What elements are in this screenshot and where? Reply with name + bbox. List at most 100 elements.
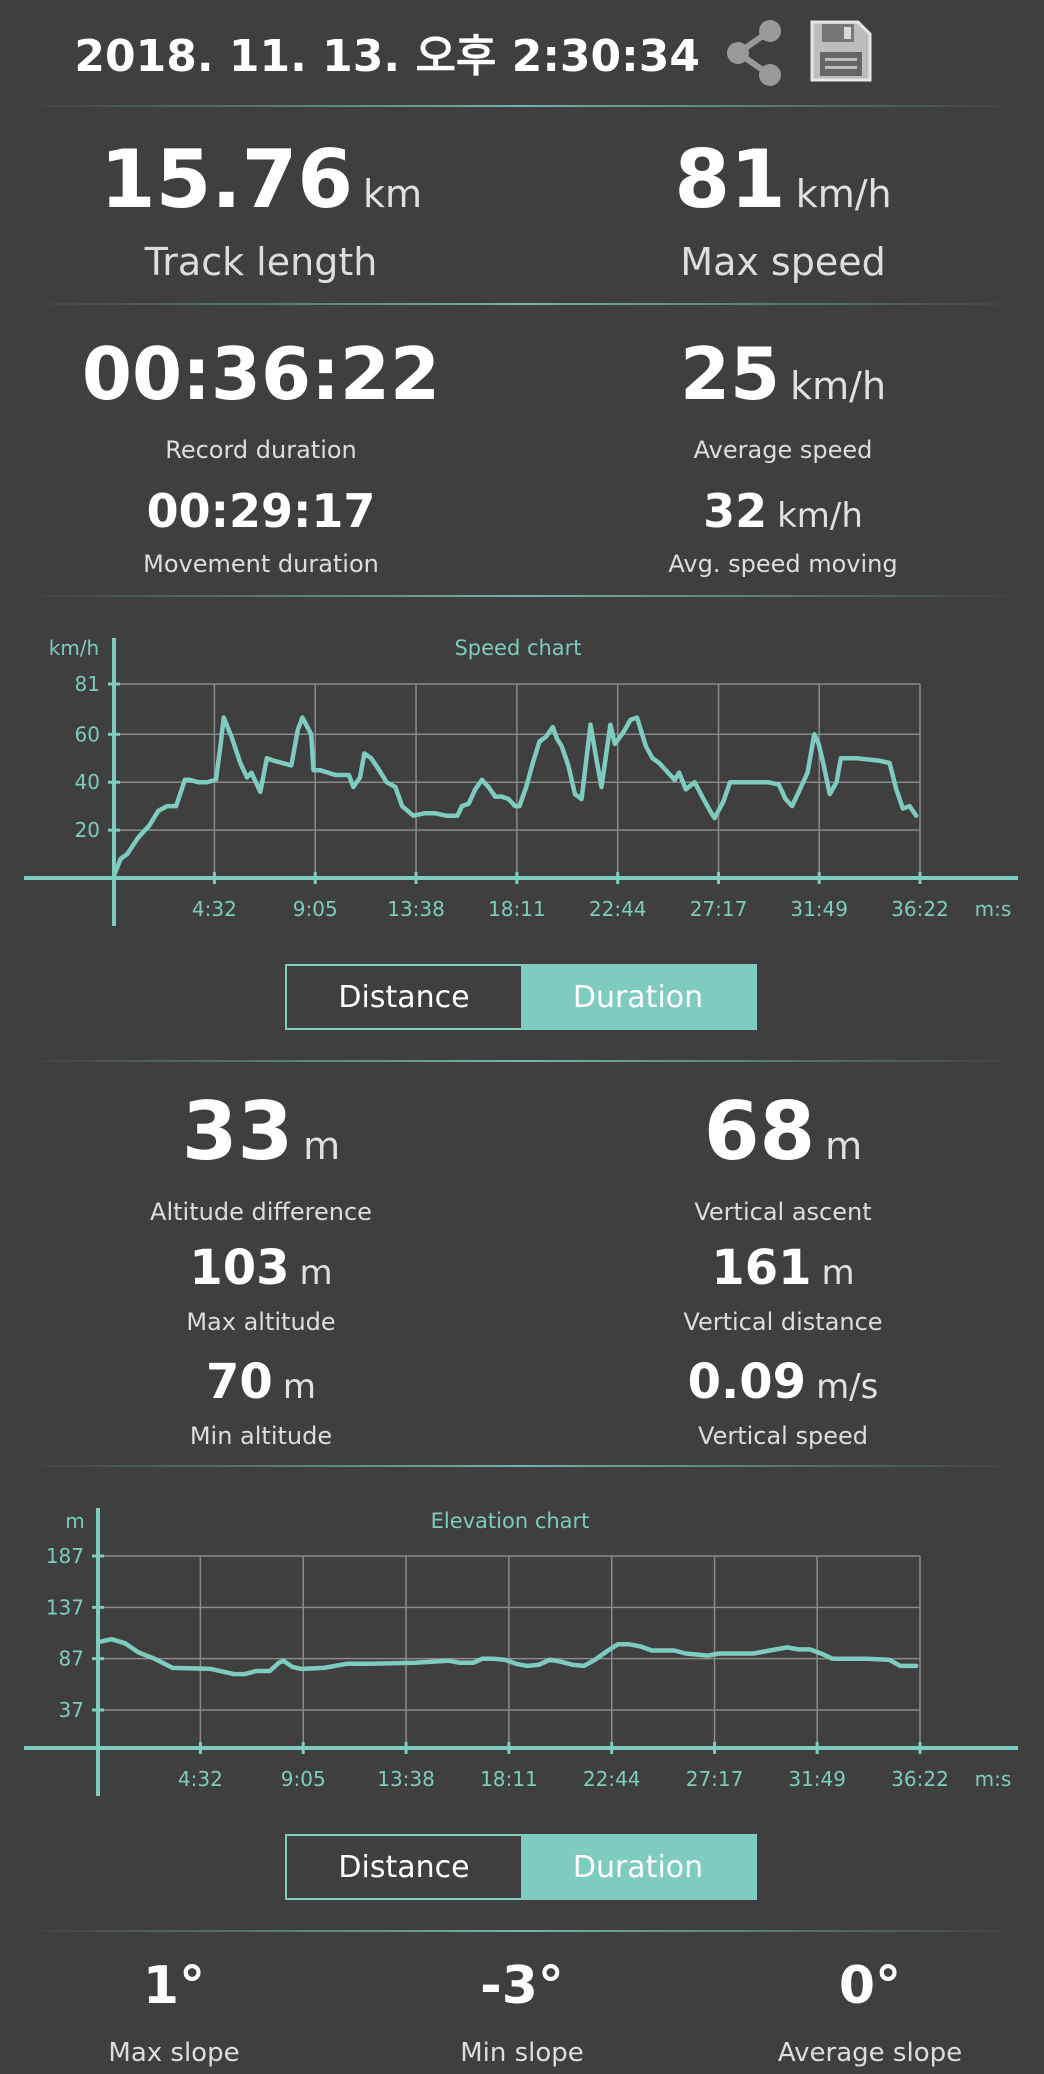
vertical-ascent-unit: m bbox=[825, 1124, 863, 1168]
movement-duration-value: 00:29:17 bbox=[146, 484, 376, 538]
elevation-duration-button[interactable]: Duration bbox=[521, 1836, 755, 1898]
share-icon bbox=[727, 20, 781, 86]
x-tick-label: 22:44 bbox=[583, 1767, 641, 1791]
altitude-difference-label: Altitude difference bbox=[150, 1198, 372, 1226]
header: 2018. 11. 13. 오후 2:30:34 bbox=[0, 0, 1044, 108]
divider bbox=[20, 1060, 1024, 1062]
vertical-speed-value: 0.09 bbox=[687, 1354, 807, 1410]
min-slope-value: -3° bbox=[480, 1956, 564, 2016]
max-altitude-value: 103 bbox=[189, 1240, 290, 1296]
average-speed-stat: 25 km/h Average speed bbox=[522, 338, 1044, 464]
y-tick-label: 20 bbox=[75, 818, 100, 842]
share-button[interactable] bbox=[720, 18, 790, 88]
average-slope-stat: 0° Average slope bbox=[696, 1960, 1044, 2068]
x-tick-label: 31:49 bbox=[788, 1767, 846, 1791]
vertical-speed-label: Vertical speed bbox=[698, 1422, 868, 1450]
x-tick-label: 27:17 bbox=[686, 1767, 744, 1791]
x-tick-label: 22:44 bbox=[589, 897, 647, 921]
divider bbox=[20, 595, 1024, 597]
vertical-speed-stat: 0.09 m/s Vertical speed bbox=[522, 1358, 1044, 1450]
min-slope-stat: -3° Min slope bbox=[348, 1960, 696, 2068]
max-slope-value: 1° bbox=[142, 1956, 206, 2016]
avg-speed-moving-label: Avg. speed moving bbox=[668, 550, 898, 578]
vertical-distance-label: Vertical distance bbox=[683, 1308, 883, 1336]
x-tick-label: 4:32 bbox=[192, 897, 237, 921]
y-tick-label: 37 bbox=[59, 1698, 84, 1722]
y-tick-label: 137 bbox=[46, 1595, 84, 1619]
record-duration-label: Record duration bbox=[165, 436, 357, 464]
x-tick-label: 9:05 bbox=[293, 897, 338, 921]
x-tick-label: 27:17 bbox=[690, 897, 748, 921]
track-length-unit: km bbox=[363, 172, 423, 216]
divider bbox=[20, 1930, 1024, 1932]
average-speed-value: 25 bbox=[679, 332, 781, 416]
avg-speed-moving-value: 32 bbox=[703, 484, 768, 538]
elevation-distance-button[interactable]: Distance bbox=[287, 1836, 521, 1898]
x-tick-label: 4:32 bbox=[178, 1767, 223, 1791]
max-altitude-stat: 103 m Max altitude bbox=[0, 1244, 522, 1336]
vertical-speed-unit: m/s bbox=[816, 1367, 879, 1407]
max-speed-unit: km/h bbox=[795, 172, 892, 216]
vertical-distance-unit: m bbox=[821, 1253, 855, 1293]
altitude-difference-value: 33 bbox=[181, 1085, 294, 1178]
average-slope-label: Average slope bbox=[777, 2038, 963, 2068]
chart-title: Speed chart bbox=[454, 636, 581, 660]
y-tick-label: 40 bbox=[75, 770, 100, 794]
x-tick-label: 13:38 bbox=[377, 1767, 435, 1791]
divider bbox=[20, 303, 1024, 305]
floppy-disk-icon bbox=[810, 20, 872, 82]
track-length-stat: 15.76 km Track length bbox=[0, 140, 522, 285]
x-tick-label: 9:05 bbox=[281, 1767, 326, 1791]
max-speed-stat: 81 km/h Max speed bbox=[522, 140, 1044, 285]
altitude-difference-unit: m bbox=[303, 1124, 341, 1168]
speed-duration-button[interactable]: Duration bbox=[521, 966, 755, 1028]
track-length-value: 15.76 bbox=[99, 133, 353, 226]
altitude-difference-stat: 33 m Altitude difference bbox=[0, 1092, 522, 1227]
record-duration-value: 00:36:22 bbox=[81, 332, 441, 416]
movement-duration-stat: 00:29:17 Movement duration bbox=[0, 488, 522, 578]
max-slope-label: Max slope bbox=[108, 2038, 240, 2068]
x-tick-label: 13:38 bbox=[387, 897, 445, 921]
elevation-chart-toggle: Distance Duration bbox=[285, 1834, 757, 1900]
avg-speed-moving-stat: 32 km/h Avg. speed moving bbox=[522, 488, 1044, 578]
average-speed-label: Average speed bbox=[693, 436, 873, 464]
series-line bbox=[111, 715, 919, 878]
max-speed-label: Max speed bbox=[680, 240, 886, 284]
save-button[interactable] bbox=[808, 18, 874, 84]
avg-speed-moving-unit: km/h bbox=[777, 496, 863, 536]
speed-chart: Speed chart km/h 20 40 60 81 4:32 9:05 13:38 18:1… bbox=[24, 636, 1018, 926]
average-speed-unit: km/h bbox=[790, 364, 887, 408]
x-axis-unit-label: m:s bbox=[975, 1767, 1012, 1791]
speed-chart-toggle: Distance Duration bbox=[285, 964, 757, 1030]
y-tick-label: 187 bbox=[46, 1544, 84, 1568]
series-line bbox=[95, 1636, 919, 1677]
record-datetime: 2018. 11. 13. 오후 2:30:34 bbox=[74, 31, 700, 82]
y-tick-label: 81 bbox=[75, 672, 100, 696]
min-altitude-label: Min altitude bbox=[189, 1422, 333, 1450]
y-tick-label: 60 bbox=[75, 722, 100, 746]
y-tick-label: 87 bbox=[59, 1647, 84, 1671]
y-axis-unit-label: km/h bbox=[49, 636, 99, 660]
vertical-distance-value: 161 bbox=[711, 1240, 812, 1296]
record-duration-stat: 00:36:22 Record duration bbox=[0, 338, 522, 464]
vertical-ascent-stat: 68 m Vertical ascent bbox=[522, 1092, 1044, 1227]
x-tick-label: 36:22 bbox=[891, 897, 949, 921]
movement-duration-label: Movement duration bbox=[143, 550, 379, 578]
x-tick-label: 31:49 bbox=[790, 897, 848, 921]
x-tick-label: 18:11 bbox=[480, 1767, 538, 1791]
min-altitude-unit: m bbox=[282, 1367, 316, 1407]
track-length-label: Track length bbox=[144, 240, 378, 284]
min-slope-label: Min slope bbox=[460, 2038, 584, 2068]
speed-distance-button[interactable]: Distance bbox=[287, 966, 521, 1028]
max-altitude-label: Max altitude bbox=[186, 1308, 336, 1336]
elevation-chart: Elevation chart m 37 87 137 187 4:32 9:05 13:38 1… bbox=[24, 1508, 1018, 1796]
x-tick-label: 36:22 bbox=[891, 1767, 949, 1791]
vertical-ascent-value: 68 bbox=[703, 1085, 816, 1178]
divider bbox=[20, 1465, 1024, 1467]
x-tick-label: 18:11 bbox=[488, 897, 546, 921]
max-speed-value: 81 bbox=[674, 133, 786, 226]
x-axis-unit-label: m:s bbox=[975, 897, 1012, 921]
max-slope-stat: 1° Max slope bbox=[0, 1960, 348, 2068]
min-altitude-stat: 70 m Min altitude bbox=[0, 1358, 522, 1450]
vertical-ascent-label: Vertical ascent bbox=[694, 1198, 872, 1226]
